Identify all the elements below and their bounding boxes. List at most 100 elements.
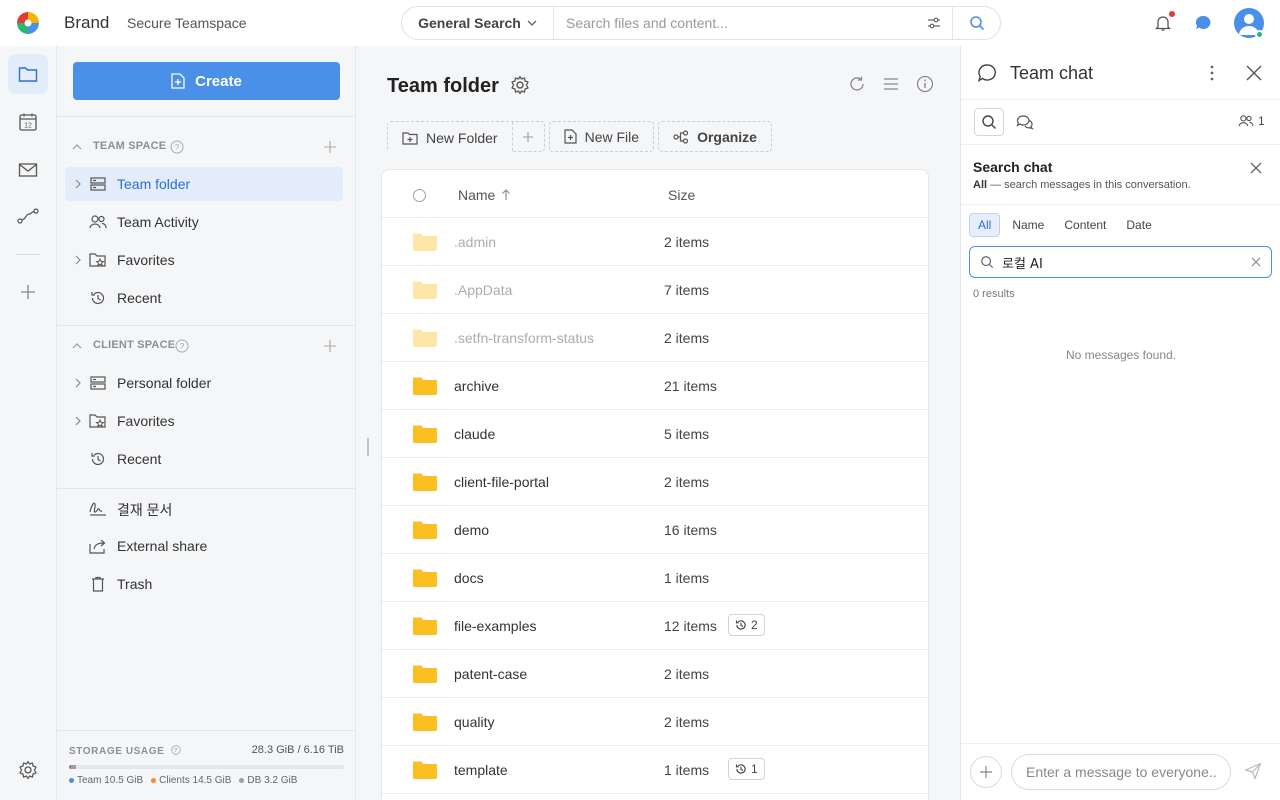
new-file-button[interactable]: New File (548, 121, 655, 152)
table-row[interactable]: demo 16 items (382, 506, 928, 554)
rail-mail-button[interactable] (8, 150, 48, 190)
message-input[interactable] (1011, 754, 1231, 790)
sidebar-item-client-recent[interactable]: Recent (65, 442, 343, 476)
close-search-icon[interactable] (1249, 161, 1263, 175)
list-view-icon[interactable] (882, 75, 900, 93)
search-filter-button[interactable] (916, 7, 952, 39)
sidebar-item-label: Favorites (117, 252, 175, 268)
attach-button[interactable] (970, 756, 1002, 788)
filter-tab-name[interactable]: Name (1004, 213, 1052, 237)
filter-tab-date[interactable]: Date (1118, 213, 1159, 237)
filter-tab-content[interactable]: Content (1056, 213, 1114, 237)
search-button[interactable] (952, 7, 1000, 39)
more-options-icon[interactable] (1204, 63, 1220, 83)
sidebar-item-client-favorites[interactable]: Favorites (65, 404, 343, 438)
organize-button[interactable]: Organize (658, 121, 772, 152)
column-name[interactable]: Name (458, 187, 511, 203)
table-row[interactable]: archive 21 items (382, 362, 928, 410)
sidebar-item-personal-folder[interactable]: Personal folder (65, 366, 343, 400)
new-folder-button[interactable]: New Folder (388, 122, 512, 153)
chat-search-field (969, 246, 1272, 278)
filter-tab-all[interactable]: All (969, 213, 1001, 237)
app-rail: 12 (0, 46, 57, 800)
file-name[interactable]: archive (454, 378, 499, 394)
close-icon[interactable] (1244, 63, 1264, 83)
table-row[interactable]: quality 2 items (382, 698, 928, 746)
sidebar-item-team-activity[interactable]: Team Activity (65, 205, 343, 239)
send-icon[interactable] (1244, 762, 1262, 780)
help-icon[interactable]: ? (171, 745, 181, 755)
sidebar-item-external-share[interactable]: External share (65, 529, 343, 563)
file-name[interactable]: client-file-portal (454, 474, 549, 490)
sidebar-item-team-folder[interactable]: Team folder (65, 167, 343, 201)
version-badge[interactable]: 1 (728, 758, 765, 780)
chevron-right-icon[interactable] (73, 179, 83, 189)
legend-db: DB 3.2 GiB (239, 775, 297, 786)
sidebar-item-team-recent[interactable]: Recent (65, 281, 343, 315)
chat-search-button[interactable] (974, 108, 1004, 136)
panel-resize-handle[interactable] (367, 438, 369, 456)
table-row[interactable]: client-file-portal 2 items (382, 458, 928, 506)
notifications-button[interactable] (1154, 11, 1175, 32)
file-name[interactable]: .AppData (454, 282, 512, 298)
add-client-space-icon[interactable] (323, 339, 337, 353)
file-name[interactable]: demo (454, 522, 489, 538)
chevron-right-icon[interactable] (73, 378, 83, 388)
folder-icon (413, 617, 437, 635)
folder-settings-icon[interactable] (510, 75, 530, 95)
select-all-checkbox[interactable] (413, 189, 426, 202)
chevron-right-icon[interactable] (73, 416, 83, 426)
file-name[interactable]: claude (454, 426, 495, 442)
rail-files-button[interactable] (8, 54, 48, 94)
messages-button[interactable] (1194, 14, 1212, 32)
team-space-header[interactable]: TEAM SPACE ? (57, 135, 356, 159)
table-row[interactable]: patent-case 2 items (382, 650, 928, 698)
add-team-space-icon[interactable] (323, 140, 337, 154)
client-space-header[interactable]: CLIENT SPACE ? (57, 334, 356, 358)
rail-calendar-button[interactable]: 12 (8, 102, 48, 142)
member-count[interactable]: 1 (1238, 114, 1265, 128)
table-row[interactable]: .admin 2 items (382, 218, 928, 266)
rail-add-button[interactable] (8, 272, 48, 312)
table-row[interactable]: .setfn-transform-status 2 items (382, 314, 928, 362)
table-row[interactable]: docs 1 items (382, 554, 928, 602)
file-name[interactable]: patent-case (454, 666, 527, 682)
sidebar-item-trash[interactable]: Trash (65, 567, 343, 601)
search-input[interactable] (554, 7, 916, 39)
brand-logo-icon[interactable] (16, 11, 40, 35)
info-icon[interactable] (916, 75, 934, 93)
create-button[interactable]: Create (73, 62, 340, 100)
storage-bar-db (73, 765, 76, 769)
sidebar-item-approval-documents[interactable]: 결재 문서 (65, 491, 343, 525)
sidebar-item-team-favorites[interactable]: Favorites (65, 243, 343, 277)
chat-bubble-icon (977, 64, 996, 82)
table-row[interactable]: .AppData 7 items (382, 266, 928, 314)
table-row[interactable]: claude 5 items (382, 410, 928, 458)
chat-search-input[interactable] (1002, 254, 1251, 270)
chat-threads-button[interactable] (1010, 108, 1040, 136)
file-name[interactable]: quality (454, 714, 494, 730)
search-scope-dropdown[interactable]: General Search (402, 7, 554, 39)
rail-workflow-button[interactable] (8, 196, 48, 236)
file-name[interactable]: docs (454, 570, 484, 586)
file-name[interactable]: .setfn-transform-status (454, 330, 594, 346)
table-row[interactable]: template 1 items 1 (382, 746, 928, 794)
file-name[interactable]: template (454, 762, 508, 778)
calendar-icon: 12 (19, 113, 37, 131)
star-folder-icon (89, 251, 107, 269)
table-row[interactable]: file-examples 12 items 2 (382, 602, 928, 650)
people-icon (89, 213, 107, 231)
version-badge[interactable]: 2 (728, 614, 765, 636)
file-name[interactable]: file-examples (454, 618, 536, 634)
share-icon (89, 537, 107, 555)
rail-settings-button[interactable] (8, 750, 48, 790)
file-name[interactable]: .admin (454, 234, 496, 250)
column-size[interactable]: Size (668, 187, 695, 203)
new-folder-more-button[interactable] (511, 122, 544, 151)
chevron-right-icon[interactable] (73, 255, 83, 265)
folder-actions: New Folder New File Organize (387, 121, 772, 153)
help-icon[interactable]: ? (170, 140, 184, 154)
clear-search-icon[interactable] (1251, 257, 1261, 267)
refresh-icon[interactable] (848, 75, 866, 93)
help-icon[interactable]: ? (175, 339, 189, 353)
